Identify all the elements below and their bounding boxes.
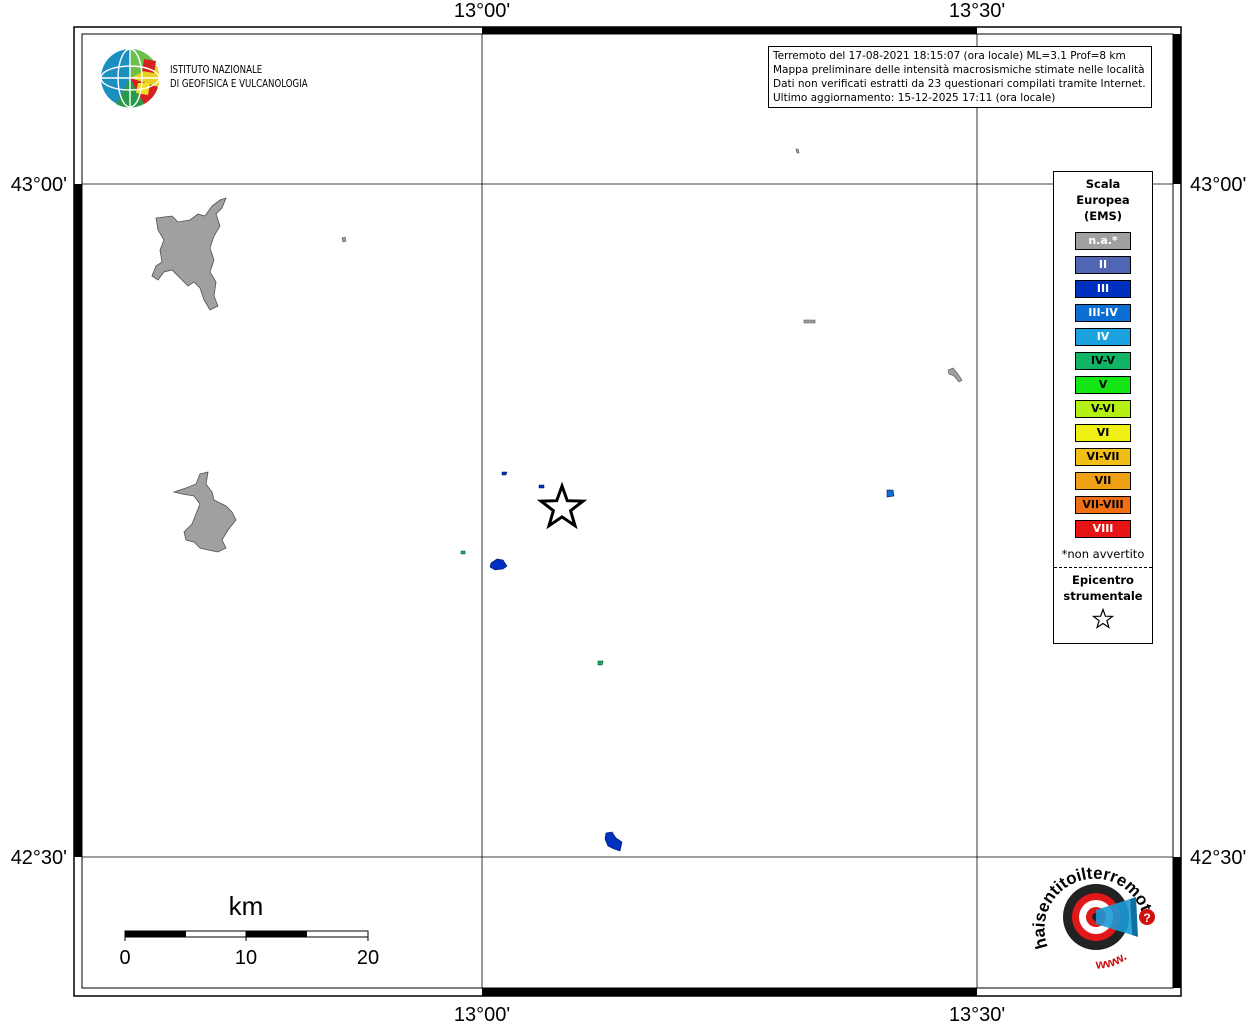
frame-bar-right-top xyxy=(1173,34,1181,184)
legend-note: *non avvertito xyxy=(1061,547,1145,561)
lon-label-top-13-00: 13°00' xyxy=(454,0,510,22)
locality-dot-gray xyxy=(803,319,816,324)
lat-label-right-43-00: 43°00' xyxy=(1190,174,1246,196)
legend-items: n.a.* II III III-IV IV IV-V V V-VI VI VI-VII VII VI… xyxy=(1054,232,1152,538)
locality-area-iii xyxy=(604,831,623,852)
svg-text:?: ? xyxy=(1143,911,1150,925)
legend-title-line1: Scala xyxy=(1085,177,1121,191)
locality-dot-iv-v xyxy=(460,550,466,555)
legend-star-icon xyxy=(1054,607,1152,634)
scale-bar-label-20: 20 xyxy=(357,947,379,969)
legend-item-iv: IV xyxy=(1075,328,1131,346)
legend-item-iii-iv: III-IV xyxy=(1075,304,1131,322)
scale-bar-label-10: 10 xyxy=(235,947,257,969)
lat-label-right-42-30: 42°30' xyxy=(1190,847,1246,869)
ems-legend: Scala Europea (EMS) n.a.* II III III-IV IV IV… xyxy=(1053,171,1153,644)
map-inner-frame xyxy=(81,33,1174,989)
legend-item-v-vi: V-VI xyxy=(1075,400,1131,418)
legend-epicenter-label: Epicentro strumentale xyxy=(1054,572,1152,604)
locality-dot-gray xyxy=(341,236,347,243)
legend-item-vi-vii: VI-VII xyxy=(1075,448,1131,466)
scale-bar-label-0: 0 xyxy=(119,947,130,969)
info-data-note: Dati non verificati estratti da 23 quest… xyxy=(773,78,1146,90)
ingv-name-line1: ISTITUTO NAZIONALE xyxy=(170,64,263,76)
legend-title-line2: Europea xyxy=(1076,193,1130,207)
locality-area-iv-v xyxy=(597,660,604,666)
locality-area-iii xyxy=(489,558,508,571)
legend-item-v: V xyxy=(1075,376,1131,394)
legend-title-line3: (EMS) xyxy=(1083,209,1123,223)
ingv-name: ISTITUTO NAZIONALE DI GEOFISICA E VULCAN… xyxy=(170,63,308,91)
lon-label-bottom-13-30: 13°30' xyxy=(949,1004,1005,1024)
epicenter-star-icon xyxy=(536,481,588,530)
legend-item-viii: VIII xyxy=(1075,520,1131,538)
ingv-globe-icon xyxy=(100,48,160,108)
legend-item-iii: III xyxy=(1075,280,1131,298)
legend-epicenter-line1: Epicentro xyxy=(1072,573,1134,587)
legend-title: Scala Europea (EMS) xyxy=(1054,176,1152,224)
lon-label-top-13-30: 13°30' xyxy=(949,0,1005,22)
legend-item-ii: II xyxy=(1075,256,1131,274)
locality-area-na-north xyxy=(151,197,227,311)
frame-bar-top xyxy=(482,27,977,34)
lat-label-left-42-30: 42°30' xyxy=(11,847,67,869)
info-last-update: Ultimo aggiornamento: 15-12-2025 17:11 (… xyxy=(773,92,1056,104)
scale-bar-segment-3 xyxy=(246,931,307,937)
haisentito-www-text: www. xyxy=(1094,949,1129,972)
legend-separator xyxy=(1054,567,1152,568)
legend-item-vi: VI xyxy=(1075,424,1131,442)
haisentito-logo: haisentitoilterremoto.it www. ? xyxy=(1025,840,1160,985)
scale-bar-segment-1 xyxy=(125,931,186,937)
locality-dot-iii xyxy=(501,471,508,476)
legend-item-vii: VII xyxy=(1075,472,1131,490)
frame-bar-right-bottom xyxy=(1173,857,1181,988)
ingv-logo xyxy=(100,47,162,114)
lon-label-bottom-13-00: 13°00' xyxy=(454,1004,510,1024)
frame-bar-bottom xyxy=(482,988,977,996)
locality-dot-gray xyxy=(947,367,963,383)
locality-area-iii-iv xyxy=(886,489,895,498)
ingv-name-line2: DI GEOFISICA E VULCANOLOGIA xyxy=(170,78,308,90)
lat-label-left-43-00: 43°00' xyxy=(11,174,67,196)
info-map-description: Mappa preliminare delle intensità macros… xyxy=(773,64,1145,76)
locality-dot-iii xyxy=(538,484,545,489)
legend-item-n-a: n.a.* xyxy=(1075,232,1131,250)
legend-epicenter-line2: strumentale xyxy=(1063,589,1143,603)
info-event-line: Terremoto del 17-08-2021 18:15:07 (ora l… xyxy=(773,50,1126,62)
legend-item-iv-v: IV-V xyxy=(1075,352,1131,370)
earthquake-info-box: Terremoto del 17-08-2021 18:15:07 (ora l… xyxy=(768,46,1152,108)
locality-dot-gray xyxy=(795,148,800,154)
legend-item-vii-viii: VII-VIII xyxy=(1075,496,1131,514)
locality-area-na-south xyxy=(172,471,237,553)
scale-bar-unit: km xyxy=(229,891,264,921)
frame-bar-left xyxy=(74,184,82,857)
map-outer-frame xyxy=(73,26,1182,997)
